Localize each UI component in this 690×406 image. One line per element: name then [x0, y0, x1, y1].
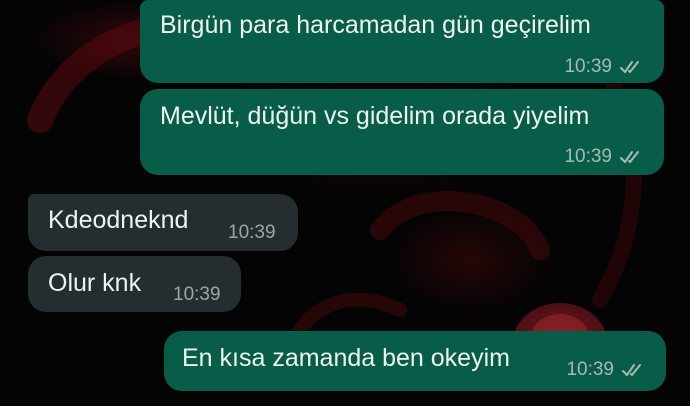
double-check-icon — [620, 61, 639, 73]
message-text: Olur knk — [48, 269, 142, 297]
chat-screen: { "messages": [ {"direction": "outgoing"… — [0, 0, 690, 406]
message-time: 10:39 — [228, 222, 276, 243]
message-text: Kdeodneknd — [48, 206, 189, 234]
message-time: 10:39 — [564, 146, 612, 167]
message-bubble-outgoing[interactable]: Mevlüt, düğün vs gidelim orada yiyelim 1… — [140, 89, 664, 175]
message-text: Mevlüt, düğün vs gidelim orada yiyelim — [160, 102, 590, 130]
message-time: 10:39 — [564, 56, 612, 77]
message-meta: 10:39 — [228, 222, 276, 244]
message-text: Birgün para harcamadan gün geçirelim — [160, 11, 591, 39]
message-bubble-outgoing[interactable]: Birgün para harcamadan gün geçirelim 10:… — [140, 0, 664, 83]
message-bubble-outgoing[interactable]: En kısa zamanda ben okeyim 10:39 — [164, 331, 666, 391]
message-bubble-incoming[interactable]: Olur knk 10:39 — [28, 256, 241, 312]
double-check-icon — [622, 364, 641, 376]
message-text: En kısa zamanda ben okeyim — [182, 344, 510, 372]
double-check-icon — [620, 151, 639, 163]
message-bubble-incoming[interactable]: Kdeodneknd 10:39 — [28, 194, 298, 251]
message-meta: 10:39 — [173, 284, 221, 306]
message-time: 10:39 — [566, 359, 614, 380]
message-meta: 10:39 — [564, 146, 646, 168]
message-time: 10:39 — [173, 284, 221, 305]
message-meta: 10:39 — [566, 359, 648, 381]
message-meta: 10:39 — [564, 56, 646, 78]
